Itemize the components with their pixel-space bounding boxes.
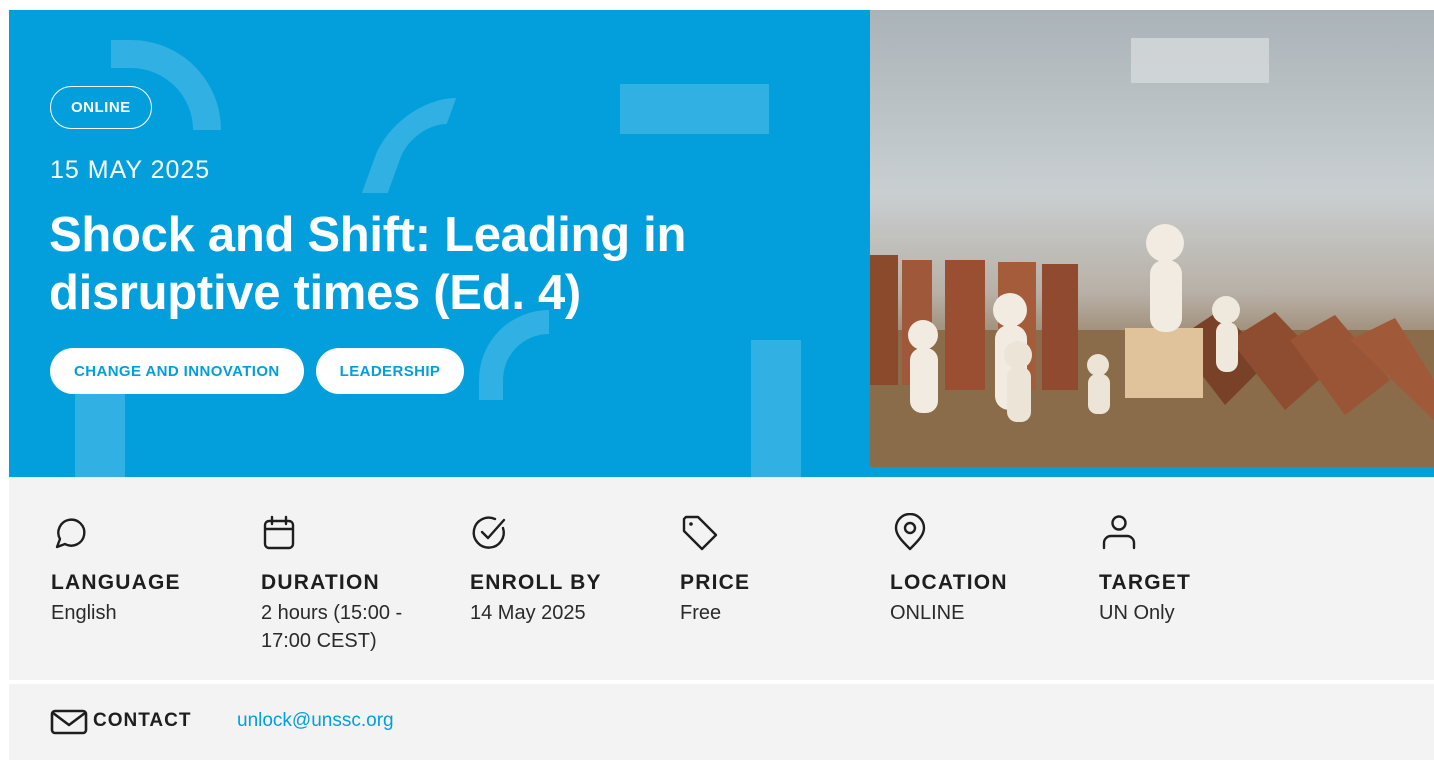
contact-bar: CONTACT unlock@unssc.org	[9, 684, 1434, 760]
person-icon	[1102, 515, 1136, 550]
detail-value: 2 hours (15:00 - 17:00 CEST)	[261, 602, 403, 652]
contact-email-link[interactable]: unlock@unssc.org	[237, 710, 394, 732]
check-circle-icon	[472, 516, 506, 549]
price-tag-icon	[682, 515, 718, 551]
decorative-shape	[75, 380, 125, 477]
detail-label: PRICE	[680, 571, 751, 594]
hero-image-underline	[870, 467, 1434, 477]
detail-label: TARGET	[1099, 571, 1191, 594]
decorative-shape	[479, 310, 549, 400]
mail-icon	[50, 709, 88, 735]
detail-label: DURATION	[261, 571, 380, 594]
detail-label: ENROLL BY	[470, 571, 602, 594]
detail-value: UN Only	[1099, 602, 1175, 624]
location-pin-icon	[894, 513, 926, 551]
delivery-mode-badge: ONLINE	[50, 86, 152, 129]
detail-label: LANGUAGE	[51, 571, 181, 594]
course-hero: ONLINE 15 MAY 2025 Shock and Shift: Lead…	[9, 10, 1434, 477]
detail-value: English	[51, 602, 117, 624]
course-title: Shock and Shift: Leading in disruptive t…	[49, 208, 687, 320]
decorative-shape	[620, 84, 769, 134]
calendar-icon	[263, 515, 295, 550]
figurines-illustration	[870, 38, 1434, 467]
course-date: 15 MAY 2025	[50, 156, 211, 184]
contact-label: CONTACT	[93, 710, 192, 731]
decorative-shape	[361, 98, 457, 193]
course-details: LANGUAGE English DURATION 2 hours (15:00…	[9, 477, 1434, 680]
chat-bubble-icon	[55, 518, 86, 549]
detail-value: 14 May 2025	[470, 602, 586, 624]
detail-value: ONLINE	[890, 602, 965, 624]
topic-tags: CHANGE AND INNOVATION LEADERSHIP	[50, 348, 465, 394]
detail-value: Free	[680, 602, 722, 624]
detail-label: LOCATION	[890, 571, 1008, 594]
decorative-shape	[751, 340, 801, 477]
tag-change-and-innovation[interactable]: CHANGE AND INNOVATION	[50, 348, 304, 394]
course-hero-image	[870, 10, 1434, 467]
tag-leadership[interactable]: LEADERSHIP	[315, 348, 465, 394]
